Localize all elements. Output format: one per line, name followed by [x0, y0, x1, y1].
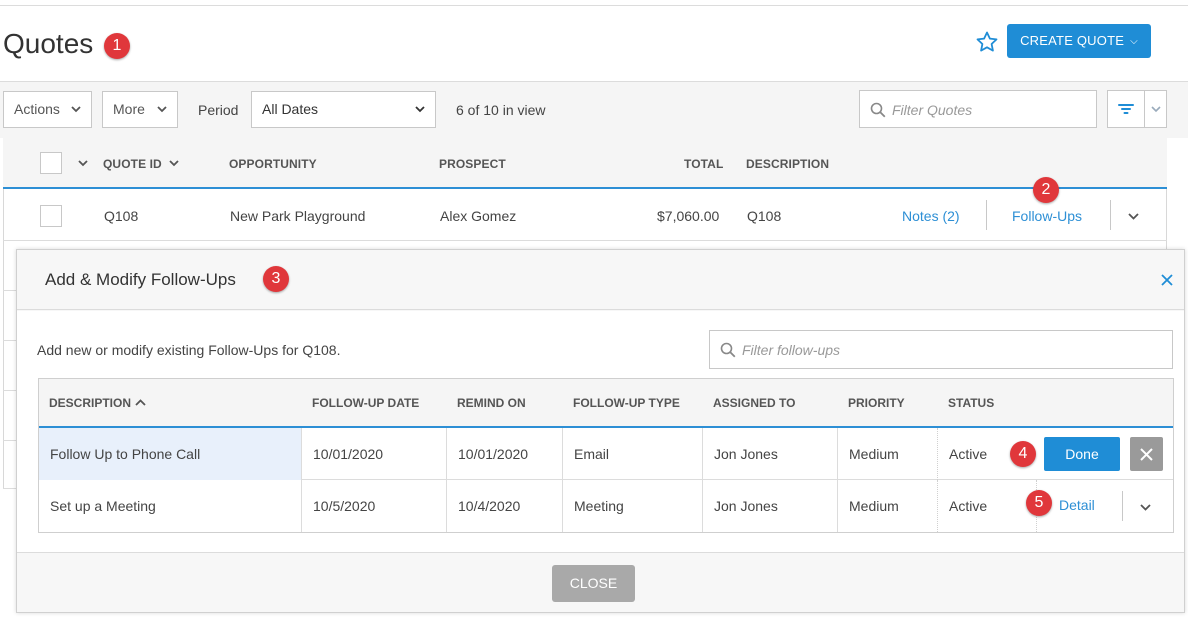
chevron-down-icon — [71, 106, 81, 113]
star-icon[interactable] — [975, 30, 999, 54]
chevron-down-icon — [157, 106, 167, 113]
modal-header: Add & Modify Follow-Ups 3 — [17, 250, 1184, 310]
follow-ups-table: DESCRIPTION FOLLOW-UP DATE REMIND ON FOL… — [38, 378, 1174, 533]
period-select[interactable]: All Dates — [251, 91, 436, 128]
follow-ups-modal: Add & Modify Follow-Ups 3 Add new or mod… — [16, 249, 1185, 613]
col-fu-date[interactable]: FOLLOW-UP DATE — [312, 396, 419, 410]
row-divider — [3, 290, 17, 291]
col-prospect[interactable]: PROSPECT — [439, 157, 506, 171]
chevron-down-icon: ⌵ — [1130, 36, 1138, 47]
row-divider — [3, 340, 17, 341]
fu-date-cell: 10/01/2020 — [302, 428, 447, 480]
more-label: More — [113, 101, 145, 117]
chevron-down-icon[interactable] — [1140, 502, 1151, 512]
fu-type-cell: Email — [563, 428, 703, 480]
filter-options-dropdown[interactable] — [1145, 90, 1167, 128]
sort-asc-icon[interactable] — [135, 398, 146, 408]
fu-priority-cell: Medium — [838, 428, 938, 480]
actions-dropdown[interactable]: Actions — [3, 91, 92, 128]
row-checkbox[interactable] — [40, 205, 62, 227]
search-icon — [720, 342, 736, 358]
annotation-badge-1: 1 — [104, 33, 130, 59]
row-divider — [3, 390, 17, 391]
in-view-count: 6 of 10 in view — [456, 102, 546, 118]
create-quote-button[interactable]: CREATE QUOTE ⌵ — [1007, 24, 1151, 58]
fu-description-cell[interactable]: Follow Up to Phone Call — [39, 428, 302, 480]
notes-link[interactable]: Notes (2) — [902, 208, 960, 224]
col-quote-id[interactable]: QUOTE ID — [103, 157, 162, 171]
create-quote-label: CREATE QUOTE — [1020, 33, 1125, 48]
modal-title: Add & Modify Follow-Ups — [45, 270, 236, 289]
fu-assigned-cell: Jon Jones — [703, 480, 838, 532]
top-divider — [0, 5, 1188, 6]
col-opportunity[interactable]: OPPORTUNITY — [229, 157, 317, 171]
fu-type-cell: Meeting — [563, 480, 703, 532]
annotation-badge-4: 4 — [1010, 441, 1036, 467]
chevron-down-icon[interactable] — [169, 158, 179, 168]
row-divider — [3, 240, 1167, 241]
fu-status-cell: Active — [938, 480, 1037, 532]
close-icon[interactable] — [1159, 272, 1175, 288]
col-fu-priority[interactable]: PRIORITY — [848, 396, 905, 410]
page-title: Quotes — [3, 28, 94, 59]
done-button[interactable]: Done — [1044, 437, 1120, 471]
filter-icon — [1118, 104, 1134, 114]
fu-description-cell[interactable]: Set up a Meeting — [39, 480, 302, 532]
total-cell: $7,060.00 — [657, 208, 720, 224]
col-fu-type[interactable]: FOLLOW-UP TYPE — [573, 396, 680, 410]
close-icon — [1140, 448, 1153, 461]
modal-intro-text: Add new or modify existing Follow-Ups fo… — [37, 342, 341, 358]
follow-ups-link[interactable]: Follow-Ups — [1012, 208, 1082, 224]
discard-button[interactable] — [1130, 437, 1163, 471]
col-fu-status[interactable]: STATUS — [948, 396, 994, 410]
opportunity-cell: New Park Playground — [230, 208, 366, 224]
table-row[interactable]: Follow Up to Phone Call 10/01/2020 10/01… — [39, 428, 1173, 480]
annotation-badge-5: 5 — [1026, 490, 1052, 516]
select-all-checkbox[interactable] — [40, 152, 62, 174]
close-button[interactable]: CLOSE — [552, 565, 635, 602]
description-cell: Q108 — [747, 208, 782, 224]
chevron-down-icon — [1150, 106, 1161, 113]
fu-date-cell: 10/5/2020 — [302, 480, 447, 532]
row-divider — [3, 440, 17, 441]
period-value: All Dates — [262, 101, 319, 117]
filter-quotes-placeholder: Filter Quotes — [892, 102, 973, 118]
actions-label: Actions — [14, 101, 60, 117]
annotation-badge-3: 3 — [263, 266, 289, 292]
divider — [1122, 491, 1123, 521]
fu-remind-cell: 10/01/2020 — [447, 428, 563, 480]
filter-follow-ups-placeholder: Filter follow-ups — [742, 342, 841, 358]
chevron-down-icon[interactable] — [1128, 211, 1139, 221]
detail-link[interactable]: Detail — [1059, 497, 1095, 513]
more-dropdown[interactable]: More — [102, 91, 178, 128]
period-label: Period — [198, 102, 239, 118]
divider — [986, 200, 987, 230]
fu-remind-cell: 10/4/2020 — [447, 480, 563, 532]
table-row[interactable]: Set up a Meeting 10/5/2020 10/4/2020 Mee… — [39, 480, 1173, 532]
filter-quotes-input[interactable]: Filter Quotes — [859, 90, 1097, 128]
chevron-down-icon — [415, 106, 425, 113]
divider — [1110, 200, 1111, 230]
col-description[interactable]: DESCRIPTION — [746, 157, 829, 171]
prospect-cell: Alex Gomez — [440, 208, 517, 224]
col-fu-assigned-to[interactable]: ASSIGNED TO — [713, 396, 795, 410]
col-fu-description[interactable]: DESCRIPTION — [49, 396, 131, 410]
chevron-down-icon[interactable] — [78, 158, 88, 168]
quote-id-cell[interactable]: Q108 — [104, 208, 138, 224]
row-divider — [3, 488, 17, 489]
fu-priority-cell: Medium — [838, 480, 938, 532]
col-fu-remind-on[interactable]: REMIND ON — [457, 396, 526, 410]
follow-ups-table-header: DESCRIPTION FOLLOW-UP DATE REMIND ON FOL… — [39, 379, 1173, 428]
fu-assigned-cell: Jon Jones — [703, 428, 838, 480]
modal-body: Add new or modify existing Follow-Ups fo… — [17, 311, 1184, 553]
filter-button[interactable] — [1107, 90, 1145, 128]
search-icon — [870, 102, 886, 118]
filter-follow-ups-input[interactable]: Filter follow-ups — [709, 330, 1173, 369]
col-total[interactable]: TOTAL — [684, 157, 723, 171]
annotation-badge-2: 2 — [1033, 177, 1059, 203]
